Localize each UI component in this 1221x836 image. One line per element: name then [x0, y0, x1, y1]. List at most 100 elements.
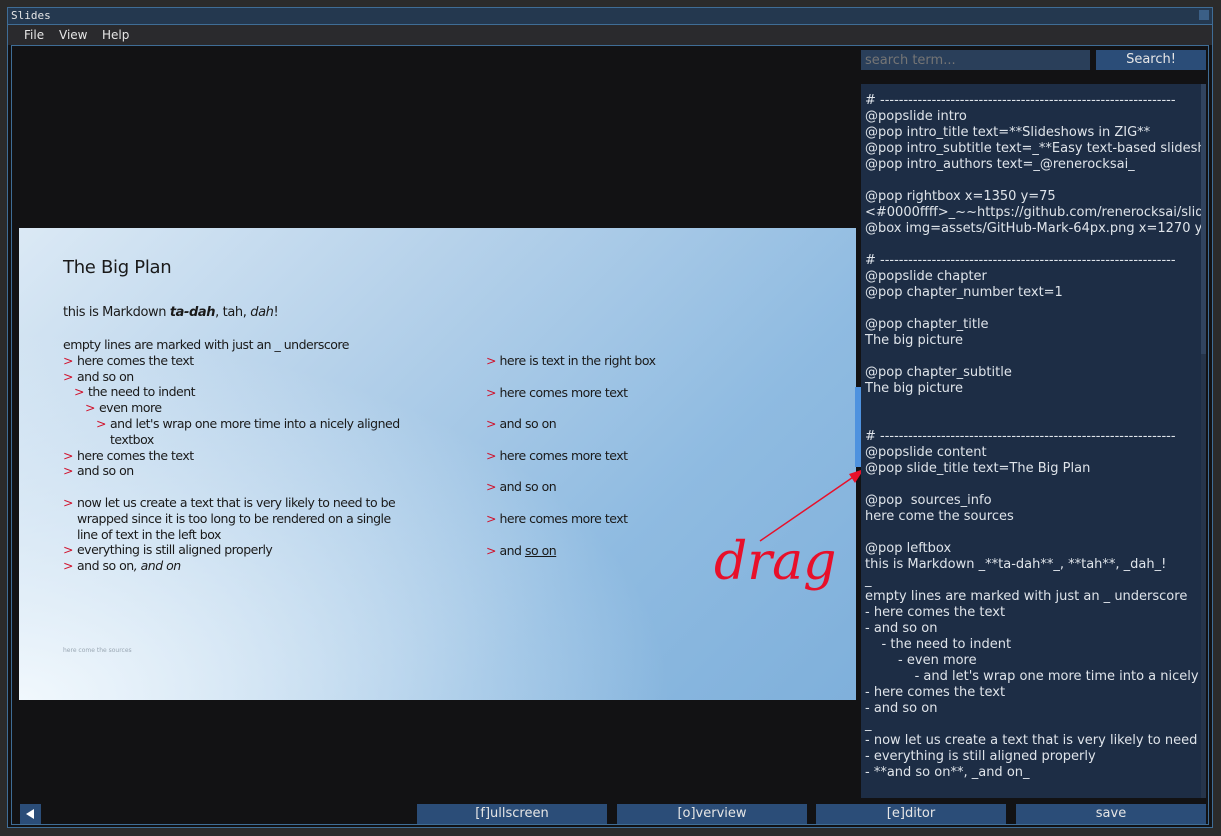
list-item: > and so on	[486, 542, 557, 558]
bullet-arrow-icon: >	[63, 542, 73, 558]
slide-left-box: empty lines are marked with just an _ un…	[63, 337, 443, 574]
editor-scrollbar[interactable]	[1201, 84, 1206, 798]
bullet-arrow-icon: >	[96, 415, 106, 431]
bullet-arrow-icon: >	[63, 494, 73, 510]
slide-intro-line: this is Markdown ta-dah, tah, dah!	[63, 305, 279, 320]
editor-line[interactable]	[865, 397, 1206, 413]
collapse-icon[interactable]	[1199, 10, 1209, 20]
slide-right-box: > here is text in the right box > here c…	[486, 353, 816, 574]
editor-line[interactable]: _	[865, 573, 1206, 589]
slide-title: The Big Plan	[63, 257, 172, 278]
editor-line[interactable]: _	[865, 717, 1206, 733]
search-button[interactable]: Search!	[1096, 50, 1206, 70]
editor-line[interactable]: - here comes the text	[865, 685, 1206, 701]
editor-line[interactable]: The big picture	[865, 333, 1206, 349]
bullet-arrow-icon: >	[486, 384, 496, 400]
editor-line[interactable]	[865, 173, 1206, 189]
editor-line[interactable]: - **and so on**, _and on_	[865, 765, 1206, 781]
bullet-arrow-icon: >	[486, 353, 496, 368]
markdown-editor[interactable]: # --------------------------------------…	[861, 84, 1206, 798]
editor-line[interactable]: @pop leftbox	[865, 541, 1206, 557]
editor-line[interactable]: - and so on	[865, 701, 1206, 717]
editor-line[interactable]: The big picture	[865, 381, 1206, 397]
editor-line[interactable]: # --------------------------------------…	[865, 253, 1206, 269]
list-item: > and so on	[63, 368, 134, 384]
list-item: > now let us create a text that is very l…	[63, 494, 396, 542]
editor-line[interactable]: @pop sources_info	[865, 493, 1206, 509]
editor-scrollbar-thumb[interactable]	[1201, 84, 1206, 354]
list-item: > here comes more text	[486, 447, 628, 463]
editor-line[interactable]: @popslide intro	[865, 109, 1206, 125]
bullet-arrow-icon: >	[63, 352, 73, 368]
menu-help[interactable]: Help	[102, 28, 129, 42]
editor-line[interactable]	[865, 301, 1206, 317]
bullet-arrow-icon: >	[486, 479, 496, 495]
editor-line[interactable]: - even more	[865, 653, 1206, 669]
arrow-left-icon	[26, 809, 34, 819]
bullet-arrow-icon: >	[63, 368, 73, 384]
list-item: > here comes the text	[63, 447, 194, 463]
list-item: > and so on	[63, 463, 134, 479]
editor-line[interactable]: - and so on	[865, 621, 1206, 637]
editor-line[interactable]: empty lines are marked with just an _ un…	[865, 589, 1206, 605]
bullet-arrow-icon: >	[63, 447, 73, 463]
editor-line[interactable]: @popslide chapter	[865, 269, 1206, 285]
intro-italic: dah	[250, 305, 274, 320]
bullet-arrow-icon: >	[486, 542, 496, 558]
editor-content[interactable]: # --------------------------------------…	[865, 93, 1206, 781]
menu-bar: File View Help	[8, 25, 1212, 45]
window-title: Slides	[11, 9, 51, 22]
app-window: Slides File View Help The Big Plan this …	[7, 7, 1213, 828]
editor-line[interactable]: @popslide content	[865, 445, 1206, 461]
editor-line[interactable]	[865, 525, 1206, 541]
editor-line[interactable]: @pop chapter_number text=1	[865, 285, 1206, 301]
editor-line[interactable]: @pop slide_title text=The Big Plan	[865, 461, 1206, 477]
editor-line[interactable]	[865, 413, 1206, 429]
editor-line[interactable]: - now let us create a text that is very …	[865, 733, 1206, 749]
editor-line[interactable]: @pop intro_title text=**Slideshows in ZI…	[865, 125, 1206, 141]
editor-line[interactable]: - the need to indent	[865, 637, 1206, 653]
editor-line[interactable]: @pop intro_authors text=_@renerocksai_	[865, 157, 1206, 173]
empty-lines-note: empty lines are marked with just an _ un…	[63, 337, 349, 352]
intro-prefix: this is Markdown	[63, 305, 170, 320]
editor-line[interactable]	[865, 349, 1206, 365]
list-item: > here is text in the right box	[486, 353, 656, 368]
editor-line[interactable]: - here comes the text	[865, 605, 1206, 621]
bullet-arrow-icon: >	[486, 510, 496, 526]
link-text[interactable]: so on	[525, 543, 557, 558]
title-bar[interactable]: Slides	[8, 8, 1212, 25]
editor-button[interactable]: [e]ditor	[816, 804, 1006, 824]
editor-line[interactable]: @pop chapter_title	[865, 317, 1206, 333]
editor-line[interactable]: # --------------------------------------…	[865, 429, 1206, 445]
editor-line[interactable]: - everything is still aligned properly	[865, 749, 1206, 765]
overview-button[interactable]: [o]verview	[617, 804, 807, 824]
search-input[interactable]	[861, 50, 1090, 70]
editor-line[interactable]: @pop intro_subtitle text=_**Easy text-ba…	[865, 141, 1206, 157]
fullscreen-button[interactable]: [f]ullscreen	[417, 804, 607, 824]
editor-line[interactable]: this is Markdown _**ta-dah**_, **tah**, …	[865, 557, 1206, 573]
list-item: > and let's wrap one more time into a nic…	[96, 415, 400, 447]
save-button[interactable]: save	[1016, 804, 1206, 824]
bullet-arrow-icon: >	[74, 384, 84, 400]
bullet-arrow-icon: >	[63, 463, 73, 479]
intro-bold-italic: ta-dah	[169, 305, 216, 320]
list-item: > and so on	[486, 416, 557, 432]
previous-slide-button[interactable]	[20, 804, 41, 824]
editor-line[interactable]: @box img=assets/GitHub-Mark-64px.png x=1…	[865, 221, 1206, 237]
editor-line[interactable]: <#0000ffff>_~~https://github.com/reneroc…	[865, 205, 1206, 221]
editor-line[interactable]: # --------------------------------------…	[865, 93, 1206, 109]
slide-preview[interactable]: The Big Plan this is Markdown ta-dah, ta…	[19, 228, 856, 700]
main-frame: The Big Plan this is Markdown ta-dah, ta…	[11, 45, 1209, 825]
menu-view[interactable]: View	[59, 28, 87, 42]
list-item: > here comes more text	[486, 510, 628, 526]
editor-line[interactable]: here come the sources	[865, 509, 1206, 525]
editor-line[interactable]	[865, 477, 1206, 493]
editor-line[interactable]: @pop rightbox x=1350 y=75	[865, 189, 1206, 205]
menu-file[interactable]: File	[24, 28, 44, 42]
bullet-arrow-icon: >	[486, 447, 496, 463]
editor-line[interactable]	[865, 237, 1206, 253]
editor-line[interactable]: @pop chapter_subtitle	[865, 365, 1206, 381]
list-item: > everything is still aligned properly	[63, 542, 273, 558]
intro-suffix: !	[273, 305, 279, 320]
editor-line[interactable]: - and let's wrap one more time into a ni…	[865, 669, 1206, 685]
